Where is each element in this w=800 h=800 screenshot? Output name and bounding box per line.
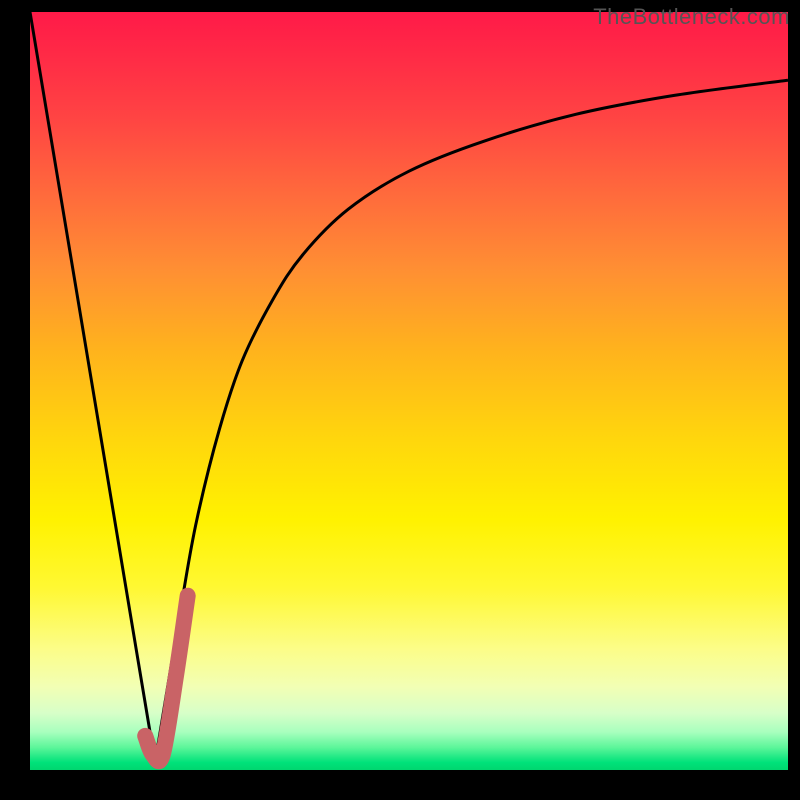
plot-area (30, 12, 788, 770)
chart-svg (30, 12, 788, 770)
curve-right-branch (155, 80, 788, 762)
curve-left-branch (30, 12, 155, 762)
chart-frame: TheBottleneck.com (0, 0, 800, 800)
highlight-hook (145, 596, 188, 762)
watermark-text: TheBottleneck.com (593, 4, 790, 30)
